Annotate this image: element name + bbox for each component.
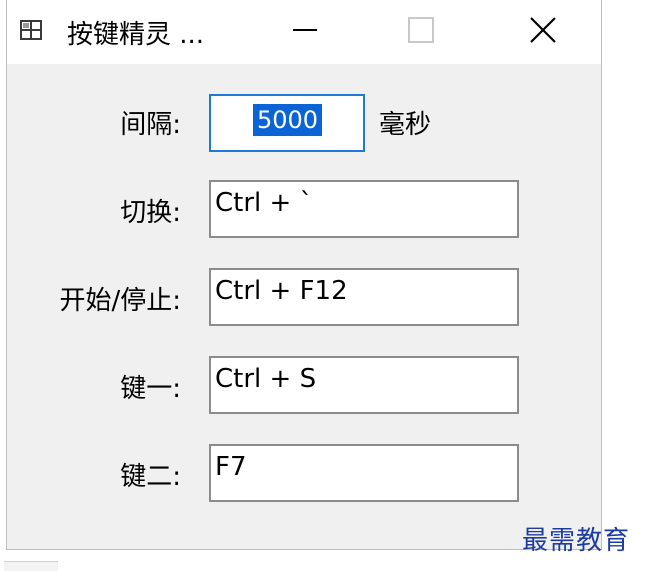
start-stop-hotkey-field[interactable]: Ctrl + F12 [209,268,519,326]
app-window: 按键精灵 ... 间隔: 5000 毫秒 切换: Ctrl + ` 开始/停止:… [6,0,602,550]
watermark-text: 最需教育 [522,526,631,556]
interval-input[interactable]: 5000 [209,94,365,152]
start-stop-label: 开始/停止: [59,286,181,316]
title-bar[interactable]: 按键精灵 ... [7,0,601,64]
key-two-field[interactable]: F7 [209,444,519,502]
maximize-button[interactable] [363,0,479,64]
key-one-label: 键一: [120,374,181,404]
switch-label: 切换: [120,198,181,228]
key-two-label: 键二: [120,462,181,492]
key-one-field[interactable]: Ctrl + S [209,356,519,414]
close-icon [528,15,558,49]
minimize-button[interactable] [247,0,363,64]
interval-unit-label: 毫秒 [379,110,432,140]
interval-value-selected: 5000 [253,104,323,136]
minimize-icon [291,16,319,48]
interval-label: 间隔: [120,110,181,140]
window-title: 按键精灵 ... [67,20,205,50]
maximize-icon [407,16,435,48]
app-grid-icon [19,18,43,42]
switch-hotkey-field[interactable]: Ctrl + ` [209,180,519,238]
close-button[interactable] [485,0,601,64]
